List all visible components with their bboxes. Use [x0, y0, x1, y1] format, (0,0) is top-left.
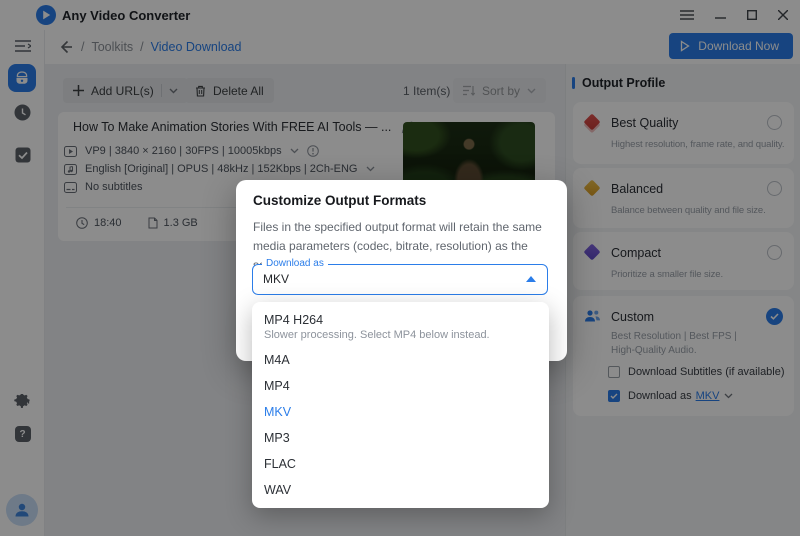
dialog-title: Customize Output Formats [253, 193, 426, 208]
download-as-select[interactable]: Download as MKV [252, 264, 548, 295]
select-value: MKV [263, 265, 289, 293]
format-options-dropdown: MP4 H264 Slower processing. Select MP4 b… [252, 302, 549, 508]
caret-up-icon [526, 276, 536, 282]
option-mp4[interactable]: MP4 [252, 373, 549, 399]
app-window: Any Video Converter / Toolkits / Video D… [0, 0, 800, 536]
option-desc: Slower processing. Select MP4 below inst… [264, 329, 537, 341]
option-flac[interactable]: FLAC [252, 451, 549, 477]
option-mp4-h264[interactable]: MP4 H264 Slower processing. Select MP4 b… [252, 307, 549, 347]
option-mp3[interactable]: MP3 [252, 425, 549, 451]
option-mkv[interactable]: MKV [252, 399, 549, 425]
option-m4a[interactable]: M4A [252, 347, 549, 373]
option-wav[interactable]: WAV [252, 477, 549, 503]
